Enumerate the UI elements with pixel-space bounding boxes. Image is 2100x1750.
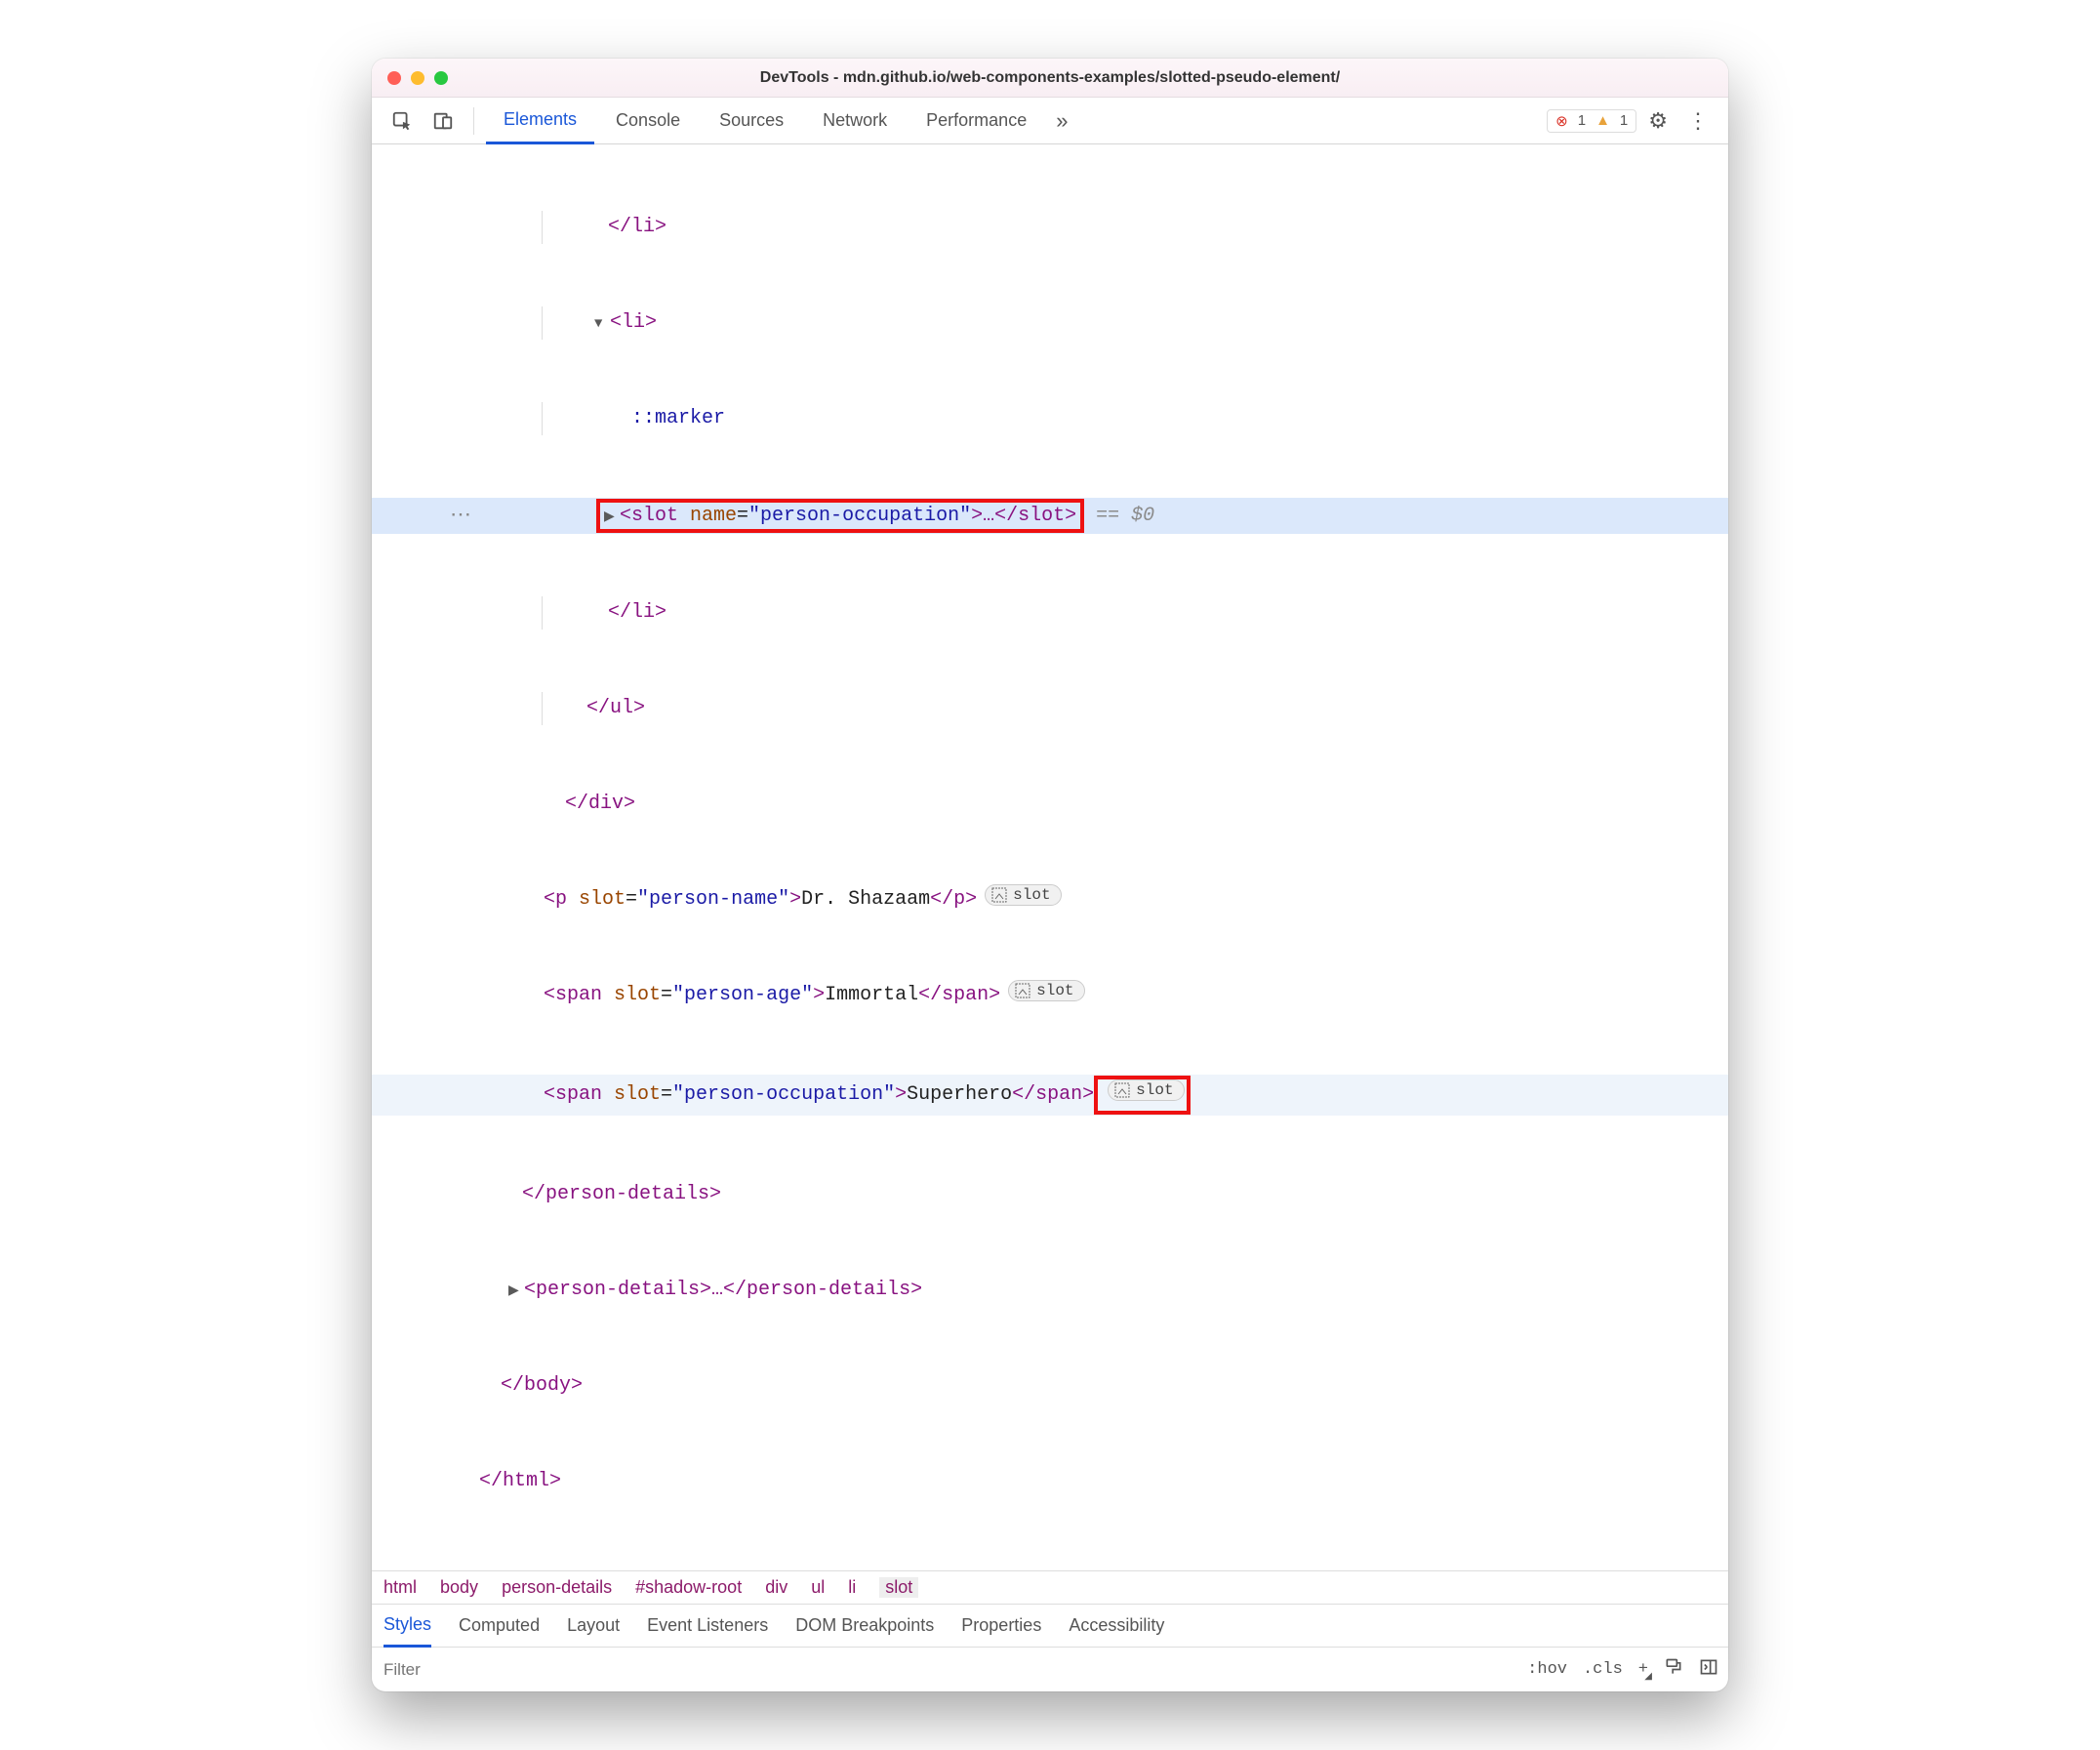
- breadcrumb-item[interactable]: html: [384, 1577, 417, 1598]
- error-icon: ⊗: [1555, 112, 1568, 130]
- pseudo-marker: ::marker: [631, 407, 725, 429]
- dom-row[interactable]: </li>: [372, 211, 1728, 244]
- close-window-button[interactable]: [387, 71, 401, 85]
- tab-elements[interactable]: Elements: [486, 98, 594, 144]
- breadcrumb-item[interactable]: person-details: [502, 1577, 612, 1598]
- breadcrumb-item[interactable]: li: [848, 1577, 856, 1598]
- highlight-box: slot: [1094, 1076, 1190, 1115]
- gutter-dots-icon[interactable]: ⋯: [450, 499, 473, 533]
- subtab-layout[interactable]: Layout: [567, 1605, 620, 1648]
- more-tabs-icon[interactable]: »: [1048, 102, 1075, 140]
- subtab-event-listeners[interactable]: Event Listeners: [647, 1605, 768, 1648]
- tab-console[interactable]: Console: [598, 98, 698, 144]
- kebab-menu-icon[interactable]: ⋮: [1679, 102, 1716, 140]
- subtab-computed[interactable]: Computed: [459, 1605, 540, 1648]
- tag-li-open: <li>: [610, 311, 657, 334]
- maximize-window-button[interactable]: [434, 71, 448, 85]
- warning-count: 1: [1620, 112, 1628, 129]
- new-rule-icon[interactable]: +◢: [1638, 1660, 1648, 1679]
- warning-icon: ▲: [1595, 112, 1610, 129]
- dom-row[interactable]: </html>: [372, 1465, 1728, 1498]
- expand-caret-icon[interactable]: ▶: [604, 509, 618, 527]
- reveal-slot-badge[interactable]: slot: [985, 884, 1061, 906]
- panel-toggle-icon[interactable]: [1699, 1657, 1718, 1683]
- highlight-box: ▶<slot name="person-occupation">…</slot>: [596, 499, 1084, 533]
- tab-sources[interactable]: Sources: [702, 98, 801, 144]
- titlebar: DevTools - mdn.github.io/web-components-…: [372, 59, 1728, 98]
- styles-filter-bar: :hov .cls +◢: [372, 1647, 1728, 1691]
- settings-icon[interactable]: ⚙: [1640, 102, 1676, 140]
- dom-row[interactable]: <span slot="person-age">Immortal</span>s…: [372, 979, 1728, 1012]
- breadcrumb-item-selected[interactable]: slot: [879, 1577, 918, 1598]
- dom-row[interactable]: </body>: [372, 1369, 1728, 1403]
- tab-performance[interactable]: Performance: [909, 98, 1044, 144]
- styles-tabbar: Styles Computed Layout Event Listeners D…: [372, 1604, 1728, 1647]
- expand-caret-icon[interactable]: ▼: [594, 313, 608, 335]
- breadcrumb-item[interactable]: #shadow-root: [635, 1577, 742, 1598]
- expand-caret-icon[interactable]: ▶: [508, 1281, 522, 1302]
- elements-tree[interactable]: </li> ▼<li> ::marker ⋯ ▶<slot name="perso…: [372, 144, 1728, 1570]
- issues-badge[interactable]: ⊗ 1 ▲ 1: [1547, 109, 1636, 133]
- dom-row[interactable]: </person-details>: [372, 1178, 1728, 1211]
- error-count: 1: [1578, 112, 1586, 129]
- dom-row[interactable]: <p slot="person-name">Dr. Shazaam</p>slo…: [372, 883, 1728, 916]
- inspect-icon[interactable]: [384, 104, 421, 138]
- dom-row[interactable]: ::marker: [372, 402, 1728, 435]
- eq0-indicator: == $0: [1096, 505, 1154, 527]
- paint-icon[interactable]: [1664, 1657, 1683, 1683]
- breadcrumb-item[interactable]: body: [440, 1577, 478, 1598]
- dom-row[interactable]: </ul>: [372, 692, 1728, 725]
- subtab-properties[interactable]: Properties: [961, 1605, 1041, 1648]
- toolbar-divider: [473, 107, 474, 135]
- dom-row[interactable]: </li>: [372, 596, 1728, 630]
- tag-li-close: </li>: [608, 216, 666, 238]
- styles-filter-input[interactable]: [382, 1648, 1512, 1691]
- hov-toggle[interactable]: :hov: [1527, 1660, 1567, 1679]
- subtab-styles[interactable]: Styles: [384, 1605, 431, 1648]
- breadcrumb-item[interactable]: div: [765, 1577, 788, 1598]
- reveal-slot-badge[interactable]: slot: [1008, 980, 1084, 1001]
- breadcrumb-item[interactable]: ul: [811, 1577, 825, 1598]
- dom-row[interactable]: </div>: [372, 788, 1728, 821]
- dom-row[interactable]: ▼<li>: [372, 306, 1728, 340]
- window-title: DevTools - mdn.github.io/web-components-…: [372, 69, 1728, 87]
- tab-network[interactable]: Network: [805, 98, 905, 144]
- device-toggle-icon[interactable]: [424, 104, 462, 138]
- subtab-accessibility[interactable]: Accessibility: [1069, 1605, 1164, 1648]
- subtab-dom-breakpoints[interactable]: DOM Breakpoints: [795, 1605, 934, 1648]
- devtools-window: DevTools - mdn.github.io/web-components-…: [372, 59, 1728, 1691]
- cls-toggle[interactable]: .cls: [1583, 1660, 1623, 1679]
- dom-row[interactable]: ▶<person-details>…</person-details>: [372, 1274, 1728, 1307]
- main-toolbar: Elements Console Sources Network Perform…: [372, 98, 1728, 144]
- breadcrumb-bar: html body person-details #shadow-root di…: [372, 1570, 1728, 1604]
- dom-row-hover[interactable]: <span slot="person-occupation">Superhero…: [372, 1075, 1728, 1116]
- minimize-window-button[interactable]: [411, 71, 424, 85]
- reveal-slot-badge[interactable]: slot: [1108, 1079, 1184, 1101]
- dom-row-selected[interactable]: ⋯ ▶<slot name="person-occupation">…</slot…: [372, 498, 1728, 534]
- traffic-lights: [387, 71, 448, 85]
